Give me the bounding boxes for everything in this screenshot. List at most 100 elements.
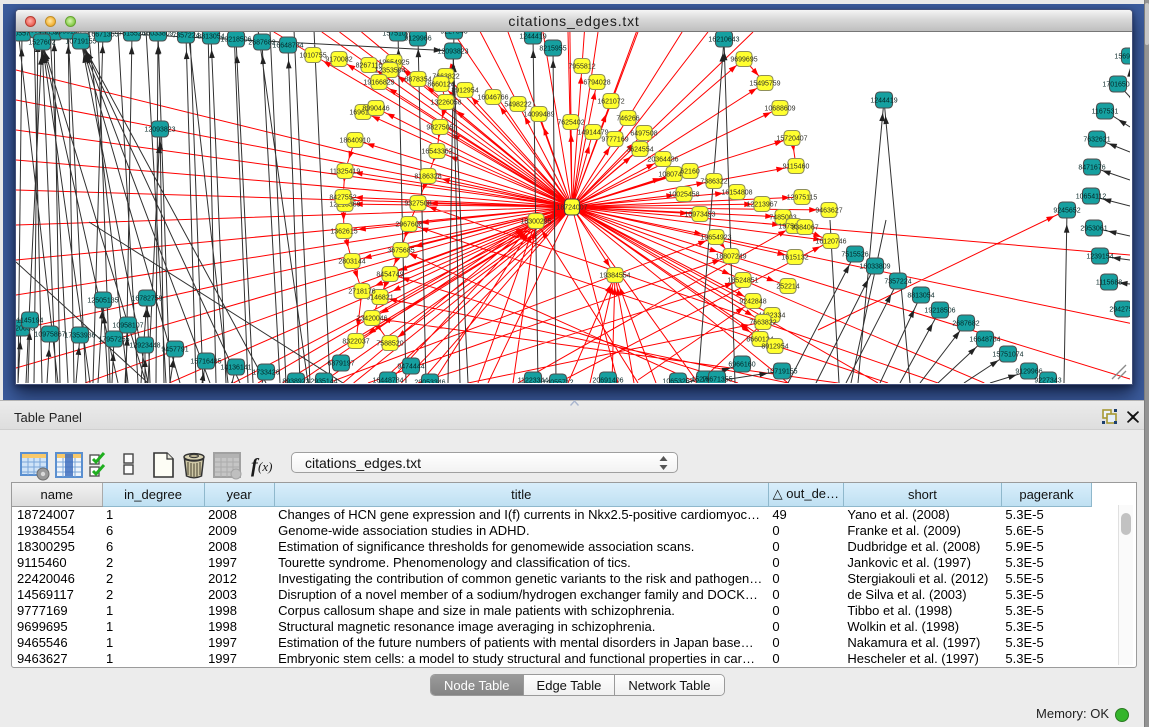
svg-text:1527602: 1527602 (28, 40, 55, 47)
svg-text:1167531: 1167531 (1092, 109, 1119, 116)
svg-text:14136141: 14136141 (220, 365, 251, 372)
svg-text:7515526: 7515526 (841, 252, 868, 259)
svg-text:8215955: 8215955 (539, 46, 566, 53)
svg-text:2967608: 2967608 (395, 222, 422, 229)
svg-text:2687682: 2687682 (952, 321, 979, 328)
svg-text:7663822: 7663822 (749, 320, 776, 327)
svg-text:15720407: 15720407 (776, 136, 807, 143)
svg-text:9129966: 9129966 (1015, 369, 1042, 376)
svg-text:10973493: 10973493 (684, 212, 715, 219)
svg-text:(x): (x) (258, 459, 272, 474)
svg-text:8938923: 8938923 (282, 379, 309, 384)
svg-text:6497508: 6497508 (630, 131, 657, 138)
svg-text:10688609: 10688609 (764, 106, 795, 113)
svg-text:8186328: 8186328 (414, 174, 441, 181)
svg-text:252214: 252214 (776, 284, 799, 291)
svg-text:16782759: 16782759 (131, 296, 162, 303)
svg-text:19218506: 19218506 (924, 308, 955, 315)
svg-text:1244419: 1244419 (870, 98, 897, 105)
svg-text:9146821: 9146821 (366, 295, 393, 302)
svg-text:9227343: 9227343 (440, 32, 467, 36)
svg-text:1244419: 1244419 (519, 34, 546, 41)
svg-text:10653267: 10653267 (662, 379, 693, 384)
svg-text:8912954: 8912954 (761, 344, 788, 351)
svg-text:16046766: 16046766 (477, 95, 508, 102)
svg-text:16671355: 16671355 (87, 32, 118, 39)
svg-text:2942757: 2942757 (1109, 307, 1130, 314)
svg-text:2953061: 2953061 (1080, 226, 1107, 233)
svg-text:16120746: 16120746 (815, 239, 846, 246)
svg-text:16154808: 16154808 (721, 190, 752, 197)
svg-text:9699695: 9699695 (730, 57, 757, 64)
svg-text:15751074: 15751074 (992, 352, 1023, 359)
svg-text:16210643: 16210643 (708, 37, 739, 44)
svg-text:9777169: 9777169 (601, 137, 628, 144)
svg-text:12505135: 12505135 (87, 298, 118, 305)
svg-text:8990446: 8990446 (362, 106, 389, 113)
svg-text:9242848: 9242848 (739, 299, 766, 306)
svg-text:1239154: 1239154 (1086, 254, 1113, 261)
svg-text:20364436: 20364436 (647, 157, 678, 164)
svg-text:10719155: 10719155 (766, 369, 797, 376)
svg-text:1115688: 1115688 (1096, 280, 1122, 287)
svg-text:9384067: 9384067 (791, 225, 818, 232)
svg-text:29053346: 29053346 (414, 380, 445, 384)
svg-text:19654923: 19654923 (700, 235, 731, 242)
svg-text:8322037: 8322037 (342, 339, 369, 346)
svg-text:1733426: 1733426 (252, 370, 279, 377)
svg-text:8813054: 8813054 (907, 293, 934, 300)
svg-text:3624554: 3624554 (626, 147, 653, 154)
svg-text:9245652: 9245652 (1053, 208, 1080, 215)
svg-text:15692971: 15692971 (1114, 54, 1130, 61)
svg-text:12093823: 12093823 (144, 127, 175, 134)
svg-text:8912954: 8912954 (451, 88, 478, 95)
svg-text:7632621: 7632621 (1083, 137, 1110, 144)
svg-text:15495759: 15495759 (749, 81, 780, 88)
svg-text:5498222: 5498222 (504, 102, 531, 109)
svg-text:9327508: 9327508 (404, 201, 431, 208)
svg-text:12353594: 12353594 (374, 68, 405, 75)
svg-text:7588520: 7588520 (376, 341, 403, 348)
svg-text:16448784: 16448784 (372, 378, 403, 384)
svg-text:7955812: 7955812 (568, 64, 595, 71)
svg-text:12093823: 12093823 (437, 49, 468, 56)
svg-text:10654112: 10654112 (1076, 194, 1107, 201)
svg-text:62160: 62160 (680, 169, 700, 176)
svg-text:17353936: 17353936 (64, 333, 95, 340)
svg-text:1362615: 1362615 (330, 229, 357, 236)
svg-text:16671355: 16671355 (701, 377, 732, 384)
svg-text:1621072: 1621072 (597, 99, 624, 106)
svg-text:746266: 746266 (616, 116, 639, 123)
svg-text:1010755: 1010755 (299, 53, 326, 60)
svg-text:19166829: 19166829 (363, 80, 394, 87)
svg-text:16648784: 16648784 (969, 337, 1000, 344)
svg-text:8427552: 8427552 (329, 195, 356, 202)
svg-text:16648784: 16648784 (272, 43, 303, 50)
svg-text:9170082: 9170082 (325, 57, 352, 64)
svg-text:10975867: 10975867 (34, 332, 65, 339)
svg-text:9474444: 9474444 (397, 364, 424, 371)
svg-text:8471676: 8471676 (1078, 165, 1105, 172)
svg-text:12923448: 12923448 (129, 343, 160, 350)
svg-text:10025458: 10025458 (668, 192, 699, 199)
svg-text:6879197: 6879197 (327, 361, 354, 368)
svg-text:18807249: 18807249 (715, 254, 746, 261)
svg-text:3675685: 3675685 (387, 248, 414, 255)
svg-text:17957255: 17957255 (98, 337, 129, 344)
svg-text:6966160: 6966160 (728, 362, 755, 369)
svg-text:2718176: 2718176 (348, 289, 375, 296)
svg-text:7625402: 7625402 (557, 120, 584, 127)
svg-text:11325419: 11325419 (330, 169, 361, 176)
svg-text:18724007: 18724007 (556, 205, 587, 212)
svg-text:19218506: 19218506 (220, 37, 251, 44)
svg-text:18524851: 18524851 (727, 278, 758, 285)
svg-text:14099489: 14099489 (523, 112, 554, 119)
svg-text:16033809: 16033809 (859, 264, 890, 271)
svg-text:14914479: 14914479 (577, 130, 608, 137)
svg-text:18640910: 18640910 (339, 138, 370, 145)
svg-text:16543362: 16543362 (421, 149, 452, 156)
svg-text:19384554: 19384554 (599, 273, 630, 280)
svg-text:16033809: 16033809 (142, 32, 173, 38)
svg-text:12975115: 12975115 (787, 195, 818, 202)
svg-text:9457791: 9457791 (161, 347, 188, 354)
